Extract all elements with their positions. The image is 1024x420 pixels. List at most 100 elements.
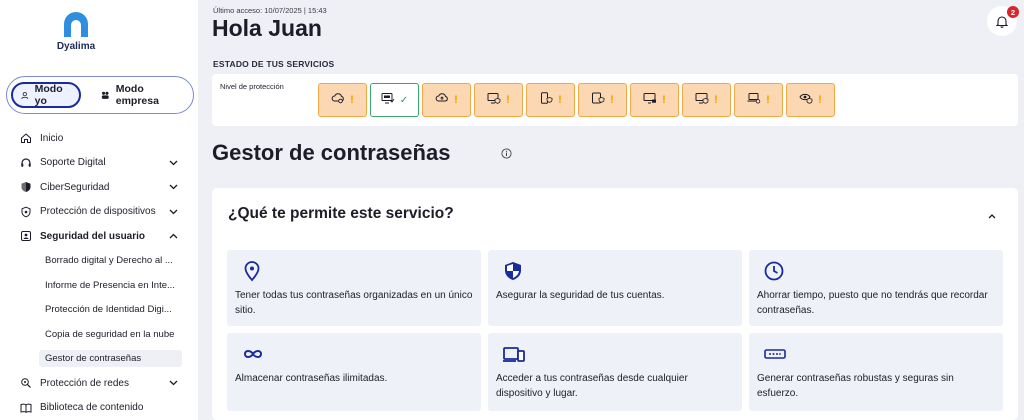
warning-icon: !: [766, 94, 770, 106]
infinity-icon: [241, 343, 263, 365]
network-search-icon: [20, 377, 32, 389]
logo-icon: [64, 12, 88, 37]
brand-logo[interactable]: Dyalima: [56, 10, 96, 52]
feature-card: Asegurar la seguridad de tus cuentas.: [488, 250, 742, 326]
feature-card: Almacenar contraseñas ilimitadas.: [227, 333, 481, 411]
sidebar-item-proteccion-dispositivos[interactable]: Protección de dispositivos: [0, 200, 198, 225]
chevron-down-icon: [168, 182, 178, 192]
user-card-icon: [20, 230, 32, 242]
warning-icon: !: [818, 94, 822, 106]
cloud-upload-icon: [435, 91, 449, 109]
sidebar-item-label: Inicio: [40, 132, 64, 144]
mode-business-label: Modo empresa: [115, 83, 159, 107]
sidebar-subitem-label: Borrado digital y Derecho al ...: [45, 255, 173, 267]
mode-switch: Modo yo Modo empresa: [6, 76, 194, 114]
services-section-title: ESTADO DE TUS SERVICIOS: [213, 59, 335, 69]
laptop-shield-icon: [747, 91, 761, 109]
computer-shield-icon: [487, 91, 501, 109]
sidebar-subitem-label: Informe de Presencia en Inte...: [45, 279, 175, 291]
warning-icon: !: [610, 94, 614, 106]
greeting-title: Hola Juan: [212, 15, 322, 41]
warning-icon: !: [350, 94, 354, 106]
service-status-warning[interactable]: !: [578, 83, 627, 117]
page-title: Gestor de contraseñas: [212, 140, 451, 165]
sidebar-item-label: CiberSeguridad: [40, 181, 110, 193]
feature-text: Ahorrar tiempo, puesto que no tendrás qu…: [757, 290, 988, 316]
sidebar-subitem-informe[interactable]: Informe de Presencia en Inte...: [0, 273, 198, 298]
location-pin-icon: [241, 260, 263, 282]
features-card: ¿Qué te permite este servicio? Tener tod…: [212, 188, 1018, 420]
sidebar-item-proteccion-redes[interactable]: Protección de redes: [0, 371, 198, 396]
sidebar-item-biblioteca[interactable]: Biblioteca de contenido: [0, 396, 198, 420]
warning-icon: !: [662, 94, 666, 106]
cloud-gear-icon: [331, 91, 345, 109]
service-status-warning[interactable]: !: [682, 83, 731, 117]
book-icon: [20, 402, 32, 414]
user-icon: [21, 91, 29, 99]
chevron-down-icon: [168, 158, 178, 168]
services-card: Nivel de protección ! ✓!!!!!!!!: [212, 74, 1018, 126]
service-status-warning[interactable]: !: [474, 83, 523, 117]
warning-icon: !: [454, 94, 458, 106]
sidebar-subitem-label: Protección de Identidad Digi...: [45, 304, 172, 316]
tablet-shield-icon: [591, 91, 605, 109]
chevron-up-icon[interactable]: [986, 210, 998, 222]
brand-name: Dyalima: [56, 41, 96, 52]
sidebar-subitem-borrado[interactable]: Borrado digital y Derecho al ...: [0, 249, 198, 274]
feature-card: Ahorrar tiempo, puesto que no tendrás qu…: [749, 250, 1003, 326]
sidebar-item-seguridad-usuario[interactable]: Seguridad del usuario: [0, 224, 198, 249]
service-status-warning[interactable]: !: [734, 83, 783, 117]
sidebar-item-ciberseguridad[interactable]: CiberSeguridad: [0, 175, 198, 200]
sidebar-subitem-label: Copia de seguridad en la nube: [45, 328, 175, 340]
last-access-text: Último acceso: 10/07/2025 | 15:43: [213, 6, 327, 15]
chevron-up-icon: [168, 231, 178, 241]
password-field-icon: [763, 343, 786, 365]
home-icon: [20, 132, 32, 144]
warning-icon: !: [506, 94, 510, 106]
service-status-warning[interactable]: !: [526, 83, 575, 117]
service-status-warning[interactable]: !: [786, 83, 835, 117]
feature-card: Generar contraseñas robustas y seguras s…: [749, 333, 1003, 411]
shield-outline-icon: [20, 206, 32, 218]
sidebar: Dyalima Modo yo Modo empresa Inicio Sopo…: [0, 0, 198, 420]
features-question: ¿Qué te permite este servicio?: [228, 205, 454, 222]
sidebar-item-soporte[interactable]: Soporte Digital: [0, 151, 198, 176]
notifications-button[interactable]: 2: [987, 6, 1019, 36]
feature-card: Tener todas tus contraseñas organizadas …: [227, 250, 481, 326]
mode-personal-label: Modo yo: [34, 83, 63, 107]
service-status-warning[interactable]: !: [318, 83, 367, 117]
sidebar-item-inicio[interactable]: Inicio: [0, 126, 198, 151]
sidebar-subitem-gestor[interactable]: Gestor de contraseñas: [0, 347, 198, 372]
mode-business-button[interactable]: Modo empresa: [91, 82, 189, 108]
service-status-ok[interactable]: ✓: [370, 83, 419, 117]
feature-text: Almacenar contraseñas ilimitadas.: [235, 373, 388, 384]
clock-icon: [763, 260, 785, 282]
sidebar-item-label: Seguridad del usuario: [40, 230, 146, 242]
bell-icon: [996, 15, 1008, 28]
feature-card: Acceder a tus contraseñas desde cualquie…: [488, 333, 742, 411]
service-status-warning[interactable]: !: [630, 83, 679, 117]
feature-text: Tener todas tus contraseñas organizadas …: [235, 290, 473, 316]
shield-icon: [20, 181, 32, 193]
feature-text: Generar contraseñas robustas y seguras s…: [757, 373, 954, 399]
monitor-lock-icon: [643, 91, 657, 109]
sidebar-subitem-copia[interactable]: Copia de seguridad en la nube: [0, 322, 198, 347]
info-icon[interactable]: [501, 148, 512, 159]
sidebar-subitem-identidad[interactable]: Protección de Identidad Digi...: [0, 298, 198, 323]
service-status-warning[interactable]: !: [422, 83, 471, 117]
devices-icon: [502, 343, 525, 365]
mode-personal-button[interactable]: Modo yo: [11, 82, 82, 108]
shield-icon: [502, 260, 524, 282]
warning-icon: !: [558, 94, 562, 106]
eye-shield-icon: [799, 91, 813, 109]
sidebar-nav: Inicio Soporte Digital CiberSeguridad Pr…: [0, 126, 198, 420]
phone-shield-icon: [539, 91, 553, 109]
sidebar-item-label: Biblioteca de contenido: [40, 402, 144, 414]
monitor-shield-icon: [695, 91, 709, 109]
sidebar-item-label: Protección de dispositivos: [40, 206, 156, 218]
chevron-down-icon: [168, 378, 178, 388]
chevron-down-icon: [168, 207, 178, 217]
sidebar-subitem-label: Gestor de contraseñas: [39, 350, 182, 368]
feature-text: Asegurar la seguridad de tus cuentas.: [496, 290, 665, 301]
check-icon: ✓: [399, 94, 409, 106]
